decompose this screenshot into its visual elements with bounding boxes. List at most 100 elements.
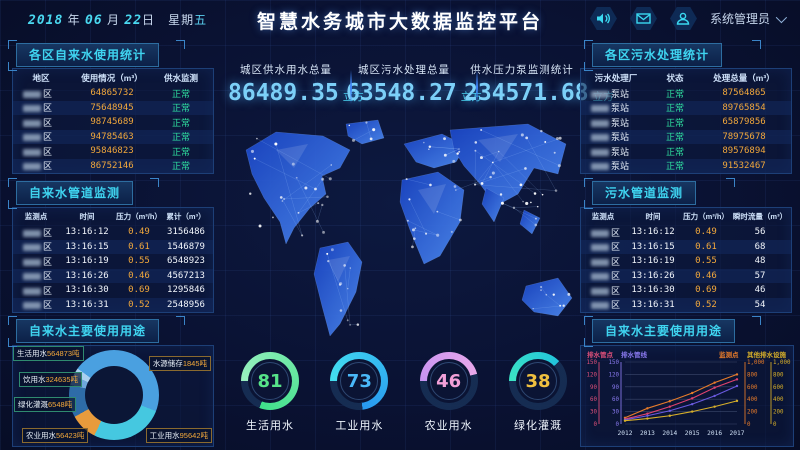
status-badge: 正常	[155, 101, 207, 114]
svg-text:600: 600	[747, 385, 758, 391]
table-row: 泵站 正常 89576894	[581, 144, 791, 159]
donut-label: 工业用水95642吨	[146, 428, 212, 443]
sound-icon[interactable]	[590, 7, 617, 30]
status-badge: 正常	[155, 159, 207, 172]
donut-label: 饮用水324635吨	[19, 372, 82, 387]
plant-name-redacted	[591, 134, 609, 141]
table-row: 泵站 正常 89765854	[581, 101, 791, 116]
status-badge: 正常	[651, 116, 699, 129]
table-row: 区 13:16:26 0.46 4567213	[13, 269, 213, 284]
gauge-ring: 38	[509, 352, 567, 410]
table-row: 区 13:16:15 0.61 1546879	[13, 240, 213, 255]
table-header: 污水处理厂状态处理总量（m³）	[581, 69, 791, 86]
plant-name-redacted	[591, 120, 609, 127]
plant-name-redacted	[591, 105, 609, 112]
table-row: 区 13:16:31 0.52 2548956	[13, 298, 213, 313]
status-badge: 正常	[651, 130, 699, 143]
donut-label: 水源储存1845吨	[149, 356, 211, 371]
donut-chart	[69, 350, 159, 440]
svg-text:30: 30	[612, 410, 619, 416]
svg-text:2016: 2016	[707, 430, 722, 437]
status-badge: 正常	[651, 101, 699, 114]
line-chart: 0306090120150030609012015002004006008001…	[581, 356, 791, 444]
table-row: 区 86752146 正常	[13, 159, 213, 174]
panel-title-sewage-stats: 各区污水处理统计	[592, 43, 722, 67]
panel-sewage-pipe-table: 监测点时间压力（m³/h）瞬时流量（m³） 区 13:16:12 0.49 56…	[580, 207, 792, 313]
user-name: 系统管理员	[710, 10, 770, 27]
table-row: 区 95846823 正常	[13, 144, 213, 159]
page-title: 智慧水务城市大数据监控平台	[257, 7, 543, 34]
gauge-ring: 81	[241, 352, 299, 410]
svg-text:400: 400	[773, 397, 784, 403]
header-date: 2018 年 06 月 22日 星期五	[28, 11, 207, 28]
panel-pipe-monitor-table: 监测点时间压力（m³/h）累计（m³） 区 13:16:12 0.49 3156…	[12, 207, 214, 313]
plant-name-redacted	[591, 91, 609, 98]
district-name-redacted	[591, 244, 609, 251]
status-badge: 正常	[651, 159, 699, 172]
panel-title-usage-donut: 自来水主要使用用途	[16, 319, 159, 343]
donut-label: 绿化灌溉6548吨	[14, 397, 76, 412]
kpi-stat: 供水压力泵监测统计 234571.68立方	[464, 62, 580, 106]
table-header: 监测点时间压力（m³/h）累计（m³）	[13, 208, 213, 225]
panel-title-usage-trend: 自来水主要使用用途	[592, 319, 735, 343]
table-row: 泵站 正常 65879856	[581, 115, 791, 130]
svg-text:2013: 2013	[640, 430, 655, 437]
svg-text:400: 400	[747, 397, 758, 403]
status-badge: 正常	[651, 87, 699, 100]
svg-text:1,000: 1,000	[747, 360, 765, 366]
table-row: 区 13:16:26 0.46 57	[581, 269, 791, 284]
svg-text:2014: 2014	[662, 430, 677, 437]
svg-text:800: 800	[747, 372, 758, 378]
svg-text:60: 60	[590, 397, 597, 403]
svg-text:150: 150	[587, 360, 598, 366]
table-row: 泵站 正常 78975678	[581, 130, 791, 145]
svg-text:1,000: 1,000	[773, 360, 791, 366]
district-name-redacted	[23, 259, 41, 266]
svg-text:0: 0	[747, 422, 751, 428]
chevron-down-icon	[776, 11, 787, 22]
district-name-redacted	[23, 163, 41, 170]
svg-text:200: 200	[747, 410, 758, 416]
user-menu[interactable]: 系统管理员	[710, 10, 784, 27]
gauge: 73 工业用水	[321, 352, 397, 433]
mail-icon[interactable]	[630, 7, 657, 30]
plant-name-redacted	[591, 149, 609, 156]
kpi-stats: 城区供水用水总量 86489.35立方 城区污水处理总量 63548.27立方 …	[228, 62, 580, 106]
table-row: 区 13:16:15 0.61 68	[581, 240, 791, 255]
district-name-redacted	[23, 244, 41, 251]
gauge-ring: 46	[420, 352, 478, 410]
divider	[350, 70, 352, 104]
status-badge: 正常	[155, 116, 207, 129]
svg-text:800: 800	[773, 372, 784, 378]
status-badge: 正常	[651, 145, 699, 158]
status-badge: 正常	[155, 87, 207, 100]
district-name-redacted	[591, 259, 609, 266]
gauge: 46 农业用水	[411, 352, 487, 433]
svg-text:90: 90	[590, 385, 597, 391]
divider	[476, 70, 478, 104]
table-row: 区 13:16:19 0.55 6548923	[13, 254, 213, 269]
district-name-redacted	[23, 120, 41, 127]
svg-text:90: 90	[612, 385, 619, 391]
panel-water-usage-table: 地区使用情况（m³）供水监测 区 64865732 正常 区 75648945 …	[12, 68, 214, 174]
gauge: 38 绿化灌溉	[500, 352, 576, 433]
table-row: 区 13:16:30 0.69 1295846	[13, 283, 213, 298]
user-icon[interactable]	[670, 7, 697, 30]
status-badge: 正常	[155, 145, 207, 158]
panel-title-water-usage: 各区自来水使用统计	[16, 43, 159, 67]
panel-usage-donut: 水源储存1845吨 饮用水324635吨 绿化灌溉6548吨 农业用水56423…	[12, 345, 214, 447]
table-row: 区 13:16:19 0.55 48	[581, 254, 791, 269]
plant-name-redacted	[591, 163, 609, 170]
district-name-redacted	[23, 273, 41, 280]
kpi-stat: 城区供水用水总量 86489.35立方	[228, 62, 344, 106]
svg-text:150: 150	[609, 360, 620, 366]
table-row: 区 64865732 正常	[13, 86, 213, 101]
table-row: 区 75648945 正常	[13, 101, 213, 116]
district-name-redacted	[23, 91, 41, 98]
svg-text:200: 200	[773, 410, 784, 416]
district-name-redacted	[23, 105, 41, 112]
table-header: 地区使用情况（m³）供水监测	[13, 69, 213, 86]
district-name-redacted	[23, 134, 41, 141]
district-name-redacted	[591, 273, 609, 280]
svg-text:0: 0	[616, 422, 620, 428]
